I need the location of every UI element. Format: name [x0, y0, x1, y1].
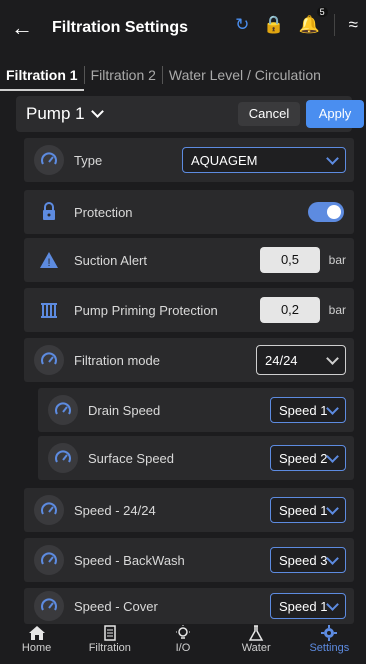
chevron-down-icon: [326, 151, 339, 165]
svg-text:!: !: [47, 257, 50, 269]
nav-io[interactable]: I/O: [153, 624, 213, 654]
protection-row: Protection: [24, 190, 354, 234]
pump-grid-icon: [34, 295, 64, 325]
gauge-icon: [34, 145, 64, 175]
speed-2424-row: Speed - 24/24 Speed 1: [24, 488, 354, 532]
suction-unit: bar: [328, 253, 346, 267]
surface-speed-label: Surface Speed: [88, 450, 175, 466]
warning-icon: !: [34, 245, 64, 275]
surface-speed-row: Surface Speed Speed 2: [38, 436, 354, 480]
priming-row: Pump Priming Protection 0,2 bar: [24, 288, 354, 332]
drain-speed-value: Speed 1: [279, 402, 328, 418]
type-label: Type: [74, 152, 103, 168]
tab-bar: Filtration 1 Filtration 2 Water Level / …: [0, 60, 366, 91]
surface-speed-select[interactable]: Speed 2: [270, 445, 346, 471]
suction-input[interactable]: 0,5: [260, 247, 320, 273]
filtration-mode-select[interactable]: 24/24: [256, 345, 346, 375]
nav-filtration-label: Filtration: [88, 642, 131, 654]
suction-row: ! Suction Alert 0,5 bar: [24, 238, 354, 282]
suction-label: Suction Alert: [74, 252, 147, 268]
wifi-icon: ≈: [348, 15, 358, 34]
speed-backwash-value: Speed 3: [279, 552, 328, 568]
notification-count: 5: [316, 7, 328, 17]
priming-input[interactable]: 0,2: [260, 297, 320, 323]
status-icons: ↻ 🔒 🔔 5 ≈: [235, 7, 358, 36]
filtration-mode-row: Filtration mode 24/24: [24, 338, 354, 382]
drain-speed-select[interactable]: Speed 1: [270, 397, 346, 423]
nav-water-label: Water: [241, 642, 271, 654]
gear-icon: [321, 625, 338, 641]
bell-icon[interactable]: 🔔 5: [298, 7, 328, 35]
page-title: Filtration Settings: [52, 19, 188, 36]
nav-filtration[interactable]: Filtration: [80, 624, 140, 654]
gauge-icon: [34, 545, 64, 575]
type-value: AQUAGEM: [191, 152, 258, 168]
speed-backwash-row: Speed - BackWash Speed 3: [24, 538, 354, 582]
pump-selector-bar: Pump 1 Cancel Apply: [16, 96, 364, 132]
type-select[interactable]: AQUAGEM: [182, 147, 346, 173]
chevron-down-icon: [326, 401, 339, 415]
bottom-nav: Home Filtration I/O Water Settings: [0, 624, 366, 664]
lock-icon: [34, 197, 64, 227]
tab-filtration-2[interactable]: Filtration 2: [85, 67, 162, 83]
speed-cover-select[interactable]: Speed 1: [270, 593, 346, 619]
nav-water[interactable]: Water: [226, 624, 286, 654]
lock-icon[interactable]: 🔒: [263, 15, 284, 35]
speed-cover-value: Speed 1: [279, 598, 328, 614]
filtration-mode-value: 24/24: [265, 352, 298, 368]
chevron-down-icon: [326, 597, 339, 611]
protection-toggle[interactable]: [308, 202, 344, 222]
nav-settings-label: Settings: [309, 642, 350, 654]
filtration-mode-label: Filtration mode: [74, 352, 160, 368]
speed-cover-label: Speed - Cover: [74, 598, 158, 614]
back-arrow-icon[interactable]: ←: [0, 15, 44, 41]
speed-backwash-select[interactable]: Speed 3: [270, 547, 346, 573]
home-icon: [28, 626, 45, 640]
type-row: Type AQUAGEM: [24, 138, 354, 182]
top-bar: ← Filtration Settings ↻ 🔒 🔔 5 ≈: [0, 0, 366, 56]
nav-home-label: Home: [21, 642, 52, 654]
divider: [333, 14, 335, 36]
nav-settings[interactable]: Settings: [299, 624, 359, 654]
apply-button[interactable]: Apply: [306, 100, 364, 128]
priming-unit: bar: [328, 303, 346, 317]
chevron-down-icon: [326, 351, 339, 365]
drain-speed-row: Drain Speed Speed 1: [38, 388, 354, 432]
speed-backwash-label: Speed - BackWash: [74, 552, 185, 568]
lightbulb-icon: [175, 625, 190, 639]
surface-speed-value: Speed 2: [279, 450, 328, 466]
speed-2424-select[interactable]: Speed 1: [270, 497, 346, 523]
filtration-icon: [104, 625, 116, 641]
sync-icon[interactable]: ↻: [235, 15, 249, 35]
chevron-down-icon: [326, 501, 339, 515]
chevron-down-icon: [90, 105, 104, 118]
tab-water-level[interactable]: Water Level / Circulation: [163, 67, 327, 83]
pump-dropdown[interactable]: Pump 1: [26, 104, 104, 124]
nav-io-label: I/O: [175, 642, 191, 654]
flask-icon: [248, 625, 264, 641]
gauge-icon: [48, 395, 78, 425]
gauge-icon: [48, 443, 78, 473]
cancel-button[interactable]: Cancel: [238, 102, 300, 126]
speed-cover-row: Speed - Cover Speed 1: [24, 588, 354, 624]
drain-speed-label: Drain Speed: [88, 402, 161, 418]
gauge-icon: [34, 345, 64, 375]
protection-label: Protection: [74, 204, 133, 220]
gauge-icon: [34, 591, 64, 621]
speed-2424-value: Speed 1: [279, 502, 328, 518]
chevron-down-icon: [326, 449, 339, 463]
chevron-down-icon: [326, 551, 339, 565]
nav-home[interactable]: Home: [7, 624, 67, 654]
speed-2424-label: Speed - 24/24: [74, 502, 156, 518]
priming-label: Pump Priming Protection: [74, 302, 218, 318]
gauge-icon: [34, 495, 64, 525]
tab-filtration-1[interactable]: Filtration 1: [0, 67, 84, 91]
